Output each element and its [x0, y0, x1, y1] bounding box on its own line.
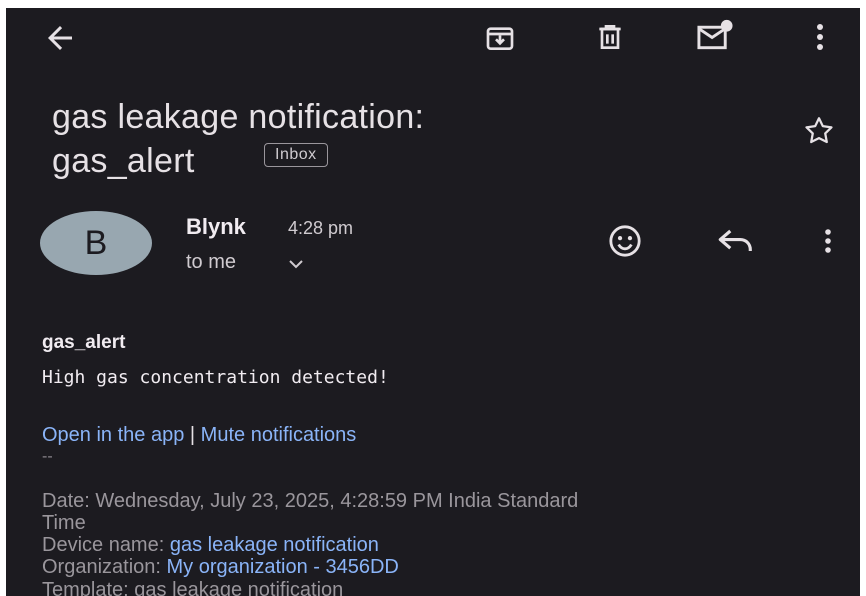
- more-vert-icon[interactable]: [808, 20, 832, 54]
- mute-notifications-link[interactable]: Mute notifications: [201, 424, 357, 446]
- notification-title: gas_alert: [42, 332, 126, 353]
- star-icon[interactable]: [802, 114, 836, 148]
- email-view: gas leakage notification: gas_alert Inbo…: [6, 8, 860, 596]
- device-name-link[interactable]: gas leakage notification: [170, 534, 379, 556]
- organization-line: Organization: My organization - 3456DD: [42, 557, 399, 577]
- email-subject-line2: gas_alert: [52, 142, 195, 180]
- device-name-label: Device name:: [42, 534, 170, 556]
- reply-icon[interactable]: [716, 226, 756, 256]
- recipient-label[interactable]: to me: [186, 251, 236, 274]
- archive-icon[interactable]: [484, 22, 516, 54]
- organization-label: Organization:: [42, 556, 167, 578]
- notification-message: High gas concentration detected!: [42, 367, 389, 388]
- action-links: Open in the app | Mute notifications: [42, 424, 356, 447]
- date-line-wrap: Time: [42, 512, 86, 534]
- emoji-reaction-icon[interactable]: [608, 224, 642, 258]
- organization-link[interactable]: My organization - 3456DD: [167, 556, 399, 578]
- email-time: 4:28 pm: [288, 218, 354, 238]
- date-line: Date: Wednesday, July 23, 2025, 4:28:59 …: [42, 490, 579, 512]
- mark-unread-icon[interactable]: [696, 18, 734, 54]
- back-arrow-icon[interactable]: [42, 20, 78, 56]
- device-name-line: Device name: gas leakage notification: [42, 535, 379, 555]
- message-more-vert-icon[interactable]: [818, 226, 838, 256]
- signature-separator: --: [42, 448, 53, 465]
- open-in-app-link[interactable]: Open in the app: [42, 424, 184, 446]
- sender-name: Blynk: [186, 214, 246, 239]
- avatar[interactable]: B: [40, 211, 152, 275]
- link-separator: |: [189, 424, 196, 446]
- inbox-label-badge[interactable]: Inbox: [264, 143, 328, 167]
- delete-icon[interactable]: [594, 20, 626, 54]
- email-subject: gas leakage notification:: [52, 98, 425, 136]
- chevron-down-icon[interactable]: [288, 258, 304, 270]
- template-line: Template: gas leakage notification: [42, 579, 344, 596]
